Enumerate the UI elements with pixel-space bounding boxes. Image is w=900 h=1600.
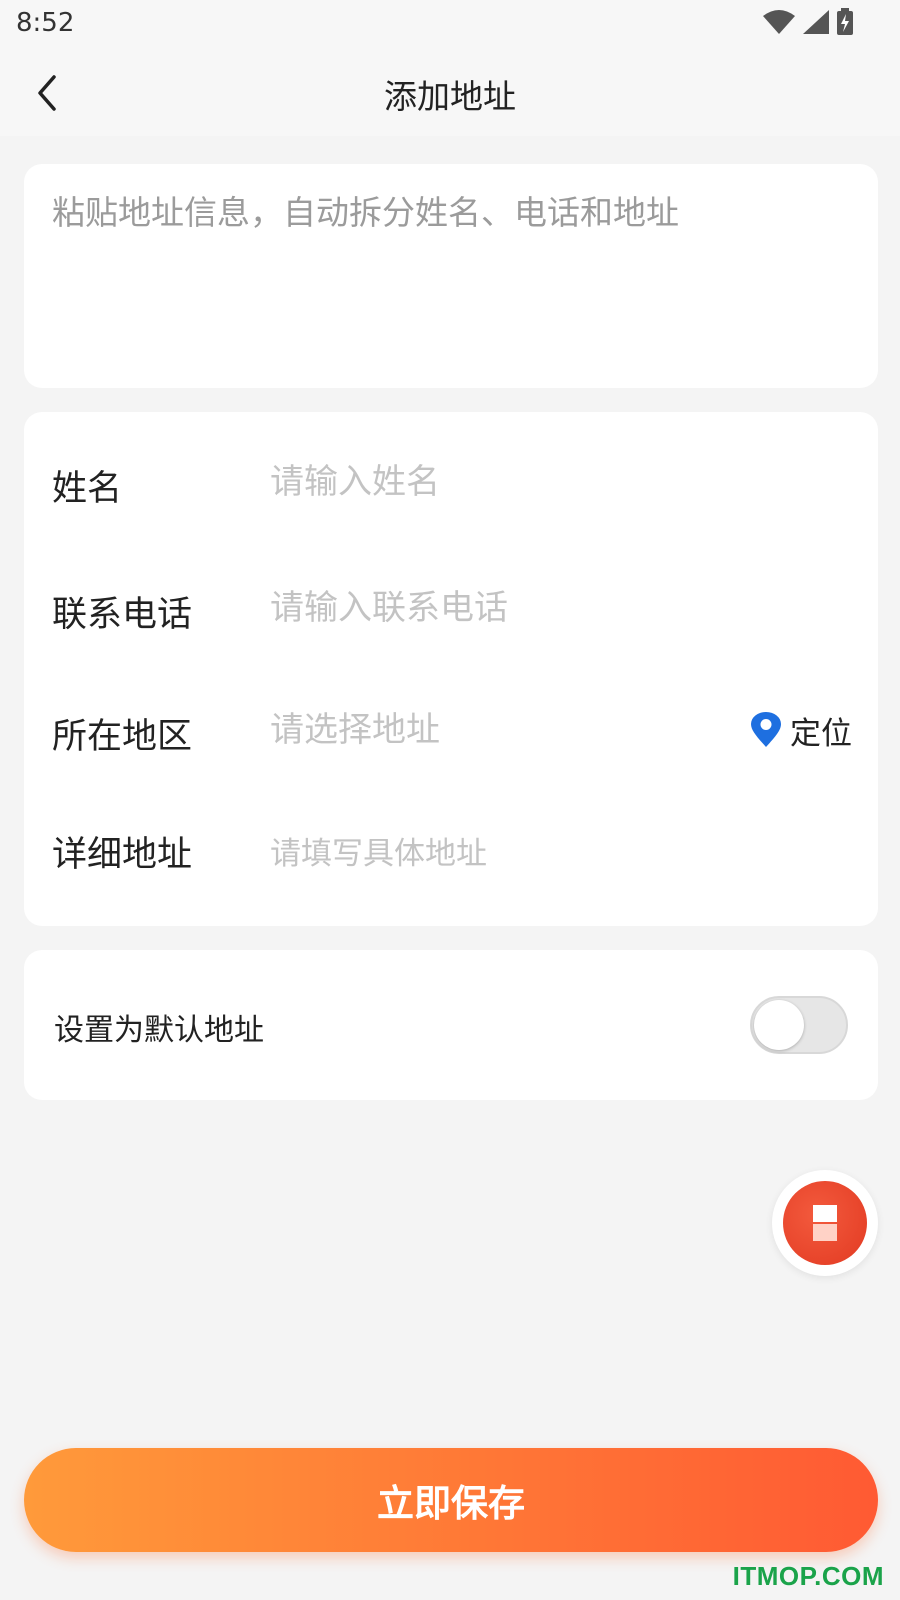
name-label: 姓名 <box>52 469 123 509</box>
name-row: 姓名 <box>24 442 878 522</box>
paste-address-card <box>24 164 878 388</box>
document-icon <box>813 1205 837 1241</box>
detail-address-input[interactable] <box>270 826 710 882</box>
address-form-card: 姓名 联系电话 所在地区 定位 详细地址 <box>24 412 878 926</box>
region-row: 所在地区 定位 <box>24 690 878 770</box>
cell-signal-icon <box>803 10 829 34</box>
toggle-knob <box>754 1000 804 1050</box>
location-pin-icon <box>751 712 781 747</box>
locate-button[interactable]: 定位 <box>750 704 852 756</box>
paste-address-input[interactable] <box>52 190 850 368</box>
wifi-icon <box>763 10 795 34</box>
floating-button-inner <box>783 1181 867 1265</box>
name-input[interactable] <box>270 454 710 510</box>
detail-row: 详细地址 <box>24 808 878 888</box>
status-bar: 8:52 <box>0 0 900 50</box>
default-address-toggle[interactable] <box>750 996 848 1054</box>
add-address-screen: 8:52 添加地址 姓名 <box>0 0 900 1600</box>
save-now-button[interactable]: 立即保存 <box>24 1448 878 1552</box>
status-time: 8:52 <box>16 8 75 38</box>
default-address-card: 设置为默认地址 <box>24 950 878 1100</box>
phone-label: 联系电话 <box>52 595 193 635</box>
floating-action-button[interactable] <box>772 1170 878 1276</box>
region-select-input[interactable] <box>270 702 710 758</box>
default-address-label: 设置为默认地址 <box>54 1013 264 1048</box>
locate-label: 定位 <box>790 715 852 752</box>
battery-charging-icon <box>837 8 853 35</box>
status-icons <box>762 8 854 36</box>
region-label: 所在地区 <box>52 717 193 757</box>
phone-row: 联系电话 <box>24 568 878 648</box>
detail-label: 详细地址 <box>52 835 193 875</box>
page-title: 添加地址 <box>384 77 516 116</box>
watermark: ITMOP.COM <box>732 1561 884 1591</box>
phone-input[interactable] <box>270 580 710 636</box>
header: 添加地址 <box>0 50 900 136</box>
